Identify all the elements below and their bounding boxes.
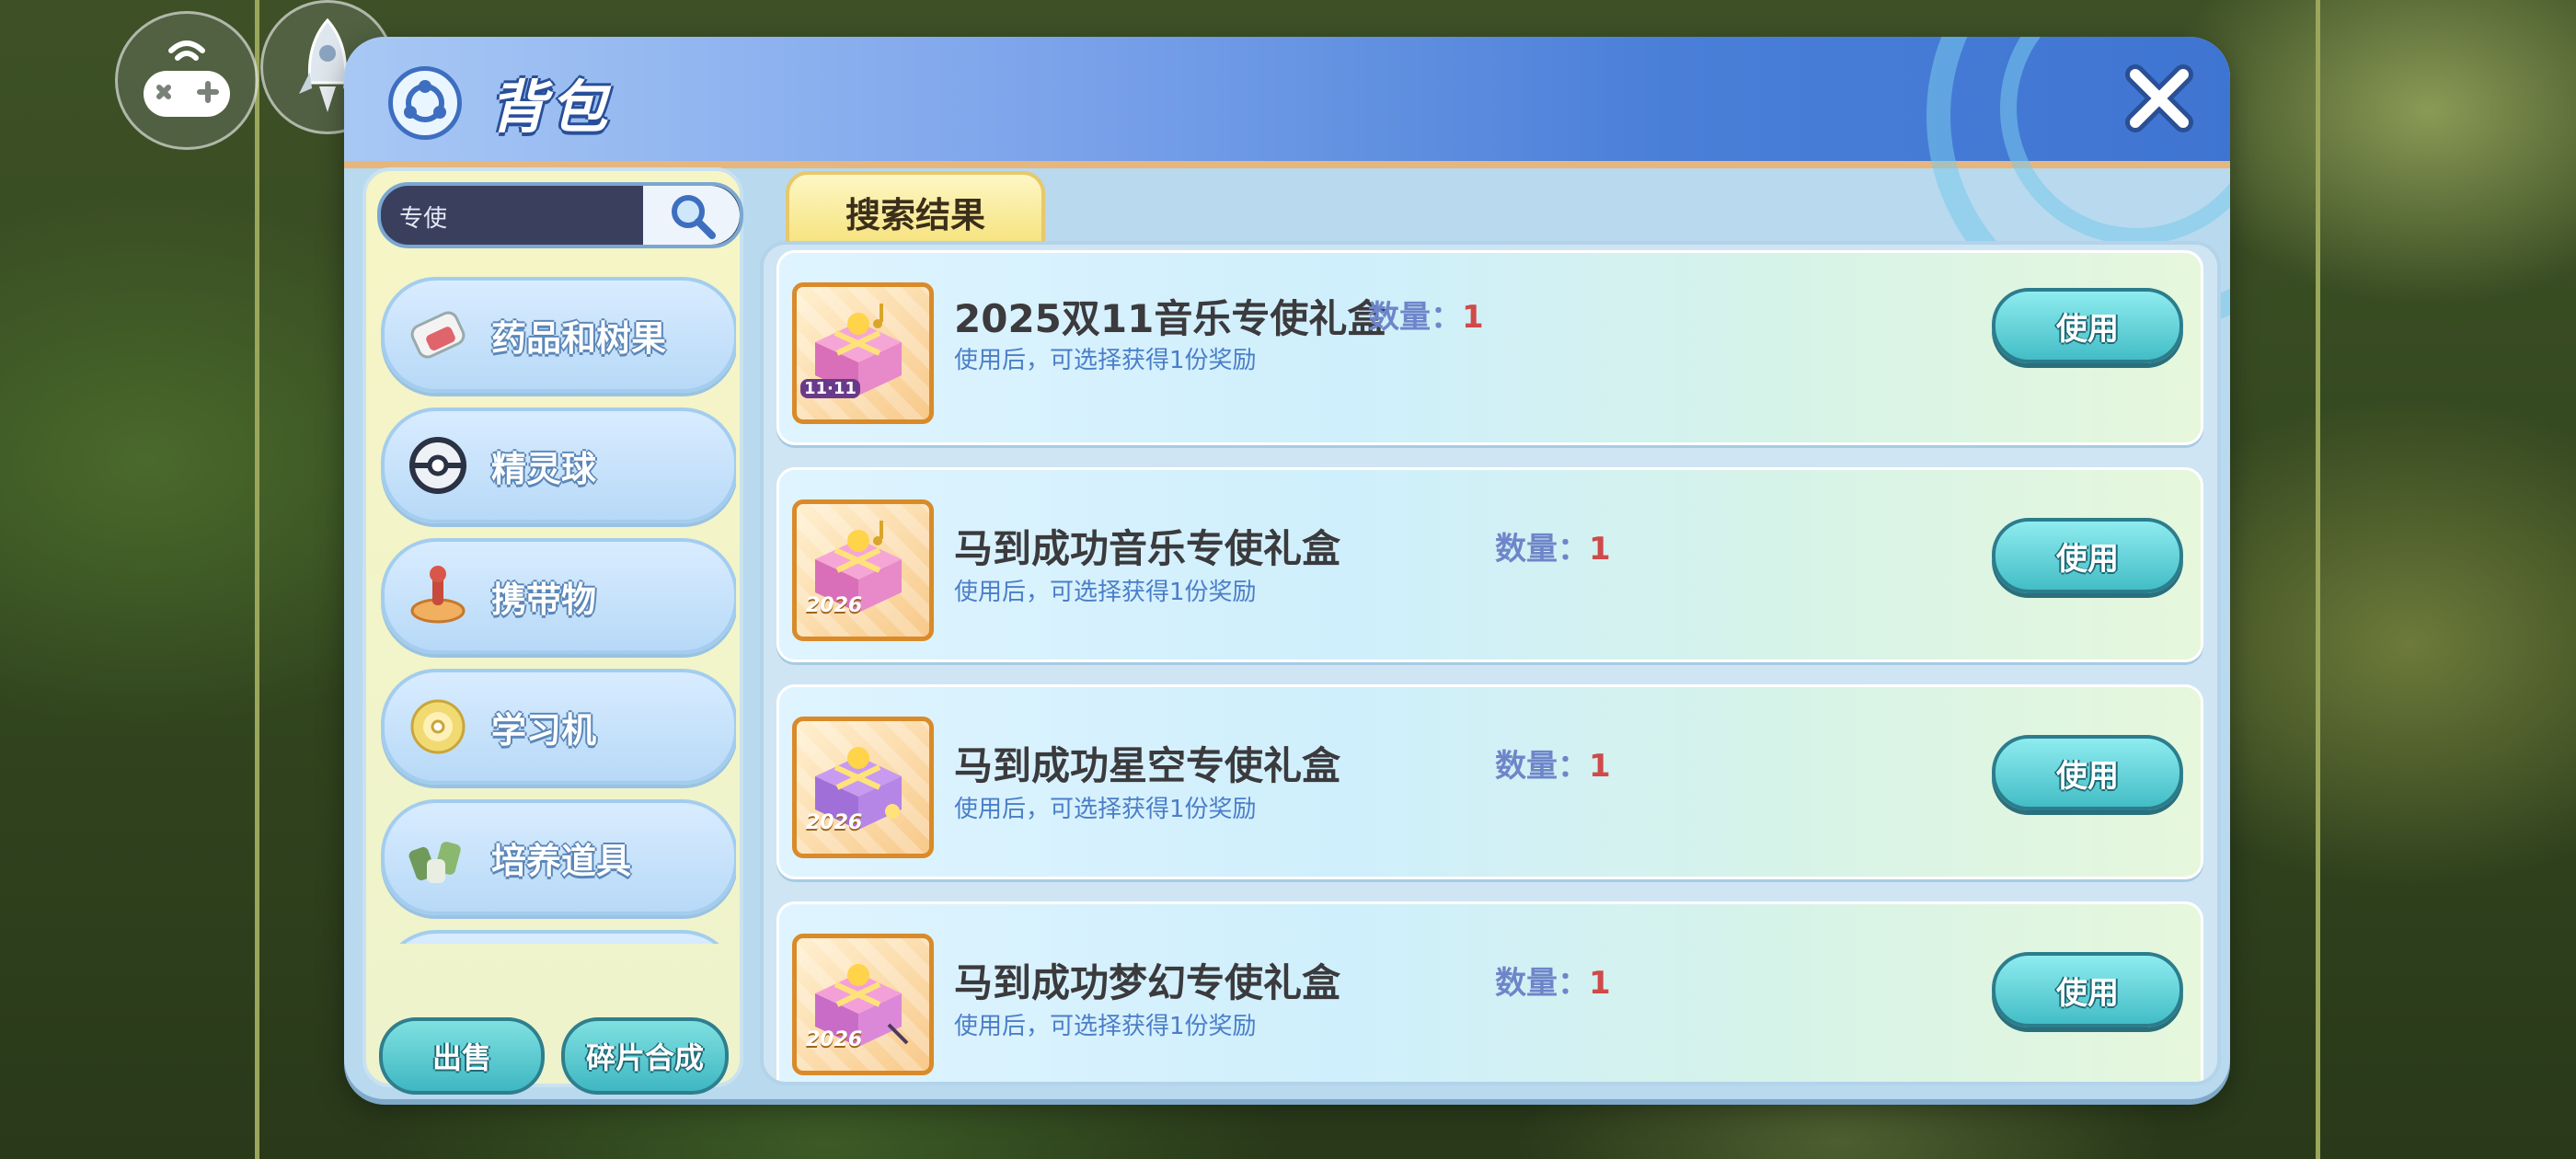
category-medicine-berries[interactable]: 药品和树果 [381, 277, 736, 393]
close-button[interactable] [2118, 57, 2201, 140]
use-button[interactable]: 使用 [1992, 518, 2183, 593]
fragment-synthesis-button[interactable]: 碎片合成 [561, 1017, 729, 1095]
list-item: 2026 马到成功梦幻专使礼盒 使用后，可选择获得1份奖励 数量：1 使用 [776, 901, 2203, 1082]
item-name: 马到成功梦幻专使礼盒 [954, 960, 1341, 1005]
gift-box-icon: 11·11 [792, 282, 934, 424]
list-item: 2026 马到成功星空专使礼盒 使用后，可选择获得1份奖励 数量：1 使用 [776, 684, 2203, 879]
gift-box-icon: 2026 [792, 717, 934, 858]
close-icon [2125, 64, 2193, 132]
item-quantity: 数量：1 [1495, 523, 1611, 568]
training-item-icon [397, 817, 478, 898]
page-title: 背包 [489, 74, 612, 141]
item-description: 使用后，可选择获得1份奖励 [954, 347, 1257, 374]
item-list: 11·11 2025双11音乐专使礼盒 使用后，可选择获得1份奖励 数量：1 使… [760, 241, 2221, 1085]
frame-divider-left [255, 0, 259, 1159]
quantity-label: 数量： [1368, 299, 1462, 336]
sell-button[interactable]: 出售 [379, 1017, 545, 1095]
quantity-value: 1 [1589, 965, 1611, 1002]
backpack-logo-icon [388, 66, 462, 140]
quantity-label: 数量： [1495, 965, 1589, 1002]
quantity-value: 1 [1589, 531, 1611, 568]
item-name: 马到成功星空专使礼盒 [954, 743, 1341, 788]
item-description: 使用后，可选择获得1份奖励 [954, 579, 1257, 606]
category-label: 精灵球 [491, 448, 597, 489]
gamepad-icon [144, 40, 230, 117]
category-label: 携带物 [491, 579, 597, 620]
category-training-items[interactable]: 培养道具 [381, 799, 736, 915]
item-description: 使用后，可选择获得1份奖励 [954, 796, 1257, 823]
item-badge: 11·11 [800, 379, 860, 398]
item-quantity: 数量：1 [1495, 740, 1611, 786]
item-name: 2025双11音乐专使礼盒 [954, 296, 1386, 341]
item-name: 马到成功音乐专使礼盒 [954, 526, 1341, 571]
tab-search-results[interactable]: 搜索结果 [786, 171, 1045, 252]
category-label: 药品和树果 [491, 317, 667, 359]
frame-divider-right [2316, 0, 2320, 1159]
quantity-label: 数量： [1495, 531, 1589, 568]
category-held-items[interactable]: 携带物 [381, 538, 736, 654]
category-list: 药品和树果 精灵球 携带物 学习机 培养道具 [377, 277, 736, 944]
gift-box-icon: 2026 [792, 934, 934, 1075]
panel-header: 背包 [344, 37, 2230, 333]
search-icon [671, 195, 716, 239]
backpack-panel: 背包 药品和树果 [344, 37, 2230, 1099]
list-item: 11·11 2025双11音乐专使礼盒 使用后，可选择获得1份奖励 数量：1 使… [776, 250, 2203, 445]
search-input[interactable] [381, 186, 668, 245]
disc-icon [397, 686, 478, 767]
gamepad-button[interactable] [115, 11, 259, 150]
search-button[interactable] [643, 186, 740, 245]
potion-icon [397, 294, 478, 375]
quantity-label: 数量： [1495, 748, 1589, 785]
item-badge: 2026 [806, 811, 863, 834]
category-sidebar: 药品和树果 精灵球 携带物 学习机 [362, 167, 743, 1095]
pokeball-icon [397, 425, 478, 506]
item-quantity: 数量：1 [1368, 292, 1484, 337]
category-pokeballs[interactable]: 精灵球 [381, 407, 736, 523]
held-item-icon [397, 556, 478, 637]
use-button[interactable]: 使用 [1992, 952, 2183, 1027]
use-button[interactable]: 使用 [1992, 735, 2183, 810]
item-quantity: 数量：1 [1495, 958, 1611, 1003]
category-label: 学习机 [491, 709, 597, 751]
category-more[interactable] [381, 930, 736, 944]
item-badge: 2026 [806, 1028, 863, 1051]
item-badge: 2026 [806, 594, 863, 617]
item-description: 使用后，可选择获得1份奖励 [954, 1013, 1257, 1040]
quantity-value: 1 [1462, 299, 1484, 336]
list-item: 2026 马到成功音乐专使礼盒 使用后，可选择获得1份奖励 数量：1 使用 [776, 467, 2203, 662]
category-label: 培养道具 [491, 840, 632, 881]
category-tms[interactable]: 学习机 [381, 669, 736, 785]
gift-box-icon: 2026 [792, 499, 934, 641]
quantity-value: 1 [1589, 748, 1611, 785]
use-button[interactable]: 使用 [1992, 288, 2183, 363]
search-box [377, 182, 743, 248]
